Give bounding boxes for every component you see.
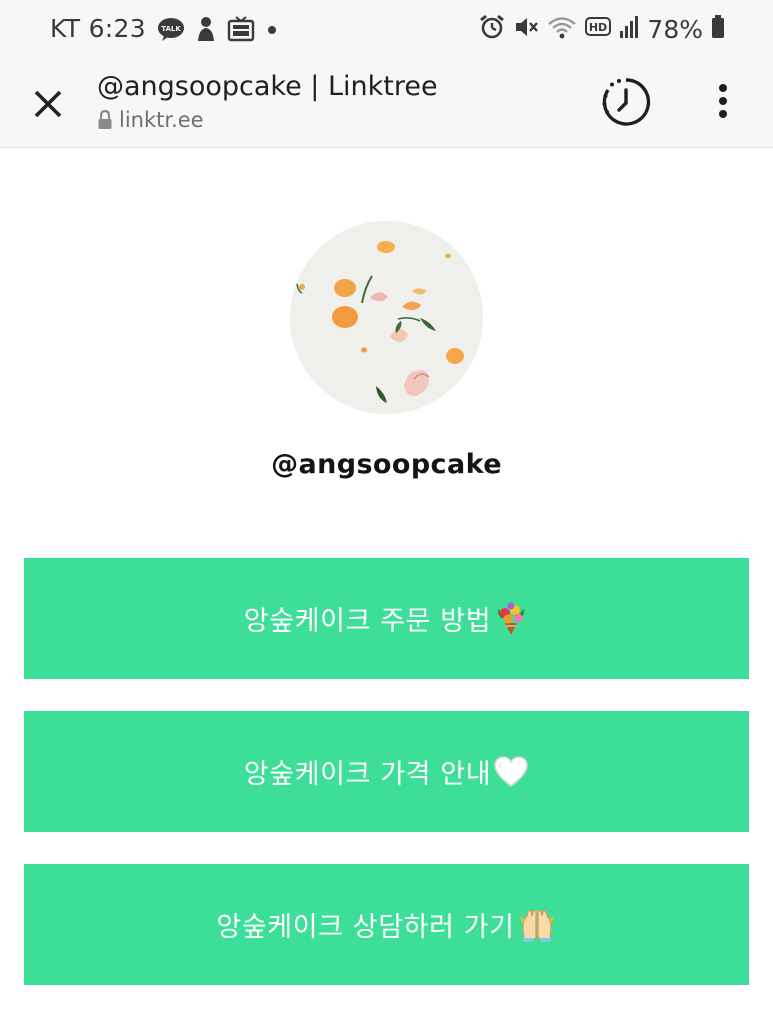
link-label: 앙숲케이크 가격 안내 (243, 759, 492, 790)
link-button-price-info[interactable]: 앙숲케이크 가격 안내 (24, 711, 749, 832)
more-options-button[interactable] (708, 80, 738, 124)
white-heart-icon (493, 755, 529, 789)
mute-icon (513, 14, 539, 44)
page-title: @angsoopcake | Linktree (97, 71, 438, 102)
hd-icon: HD (585, 16, 612, 42)
carrier-time: KT 6:23 (50, 14, 146, 43)
close-button[interactable] (28, 84, 68, 124)
linktree-page: @angsoopcake 앙숲케이크 주문 방법 앙숲케이크 가격 안내 앙숲케… (0, 149, 773, 1013)
avatar (290, 221, 483, 414)
battery-icon (711, 15, 725, 43)
signal-icon (619, 15, 639, 43)
history-button[interactable] (600, 76, 652, 128)
svg-text:HD: HD (589, 21, 607, 34)
link-label: 앙숲케이크 상담하러 가기 (216, 912, 515, 943)
link-label: 앙숲케이크 주문 방법 (243, 606, 492, 637)
svg-text:TALK: TALK (161, 25, 181, 33)
link-button-consultation[interactable]: 앙숲케이크 상담하러 가기 (24, 864, 749, 985)
wifi-icon (547, 14, 577, 44)
more-vert-icon (719, 84, 727, 118)
raised-hands-icon (517, 907, 557, 943)
bouquet-icon (493, 601, 529, 637)
profile-handle: @angsoopcake (271, 449, 502, 480)
pressed-flowers-image (290, 221, 483, 414)
link-button-order-guide[interactable]: 앙숲케이크 주문 방법 (24, 558, 749, 679)
system-icons: HD 78% (479, 14, 725, 44)
person-icon (195, 16, 217, 46)
dot-icon (265, 22, 279, 41)
close-icon (34, 90, 62, 118)
url-text: linktr.ee (119, 108, 204, 132)
status-bar: KT 6:23 TALK HD 78% (0, 0, 773, 64)
kakaotalk-icon: TALK (157, 17, 185, 45)
url-bar[interactable]: linktr.ee (97, 108, 204, 132)
notification-icons: TALK (157, 16, 279, 46)
custom-tab-toolbar: @angsoopcake | Linktree linktr.ee (0, 64, 773, 148)
alarm-icon (479, 14, 505, 44)
battery-percent: 78% (647, 14, 703, 44)
lock-icon (98, 110, 112, 129)
history-timer-icon (602, 78, 651, 126)
tv-app-icon (227, 16, 255, 46)
